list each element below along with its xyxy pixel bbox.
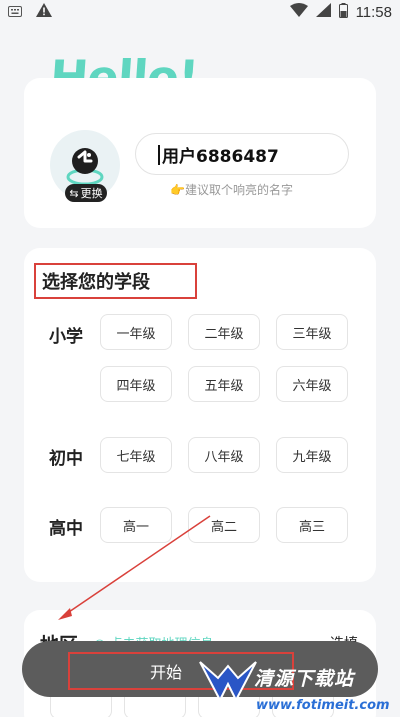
avatar-logo-icon (66, 148, 104, 186)
grade-button[interactable]: 三年级 (276, 314, 348, 350)
level-label-high: 高中 (49, 519, 83, 539)
keyboard-icon (8, 4, 22, 21)
watermark-url: www.fotimeit.com (256, 698, 390, 713)
grade-button[interactable]: 八年级 (188, 437, 260, 473)
warning-icon (36, 3, 52, 21)
watermark-logo-icon (199, 661, 257, 703)
grade-button[interactable]: 九年级 (276, 437, 348, 473)
region-option-peek[interactable] (124, 697, 186, 717)
battery-icon (338, 2, 348, 22)
swap-icon: ⇆ (69, 186, 79, 200)
watermark-title: 清源下载站 (254, 668, 355, 690)
level-label-middle: 初中 (49, 449, 83, 469)
username-hint: 👉建议取个响亮的名字 (170, 181, 293, 198)
watermark: 清源下载站 www.fotimeit.com (198, 650, 390, 716)
region-option-peek[interactable] (50, 697, 112, 717)
text-caret (158, 145, 160, 165)
grade-button[interactable]: 四年级 (100, 366, 172, 402)
wifi-icon (289, 3, 308, 21)
grade-button[interactable]: 五年级 (188, 366, 260, 402)
level-label-primary: 小学 (49, 327, 83, 347)
status-time: 11:58 (355, 3, 392, 21)
status-bar: 11:58 (0, 0, 400, 24)
signal-icon (315, 3, 331, 21)
grade-button[interactable]: 高三 (276, 507, 348, 543)
grade-button[interactable]: 七年级 (100, 437, 172, 473)
username-hint-text: 建议取个响亮的名字 (184, 183, 293, 197)
grade-button[interactable]: 高二 (188, 507, 260, 543)
grade-button[interactable]: 一年级 (100, 314, 172, 350)
change-avatar-label: 更换 (80, 187, 103, 200)
grade-button[interactable]: 六年级 (276, 366, 348, 402)
grade-button[interactable]: 二年级 (188, 314, 260, 350)
grade-button[interactable]: 高一 (100, 507, 172, 543)
username-value: 用户6886487 (162, 146, 279, 167)
grade-section-title: 选择您的学段 (34, 263, 197, 299)
change-avatar-button[interactable]: ⇆ 更换 (65, 184, 107, 202)
username-input[interactable]: 用户6886487 (135, 133, 349, 175)
pointing-hand-icon: 👉 (170, 183, 185, 197)
